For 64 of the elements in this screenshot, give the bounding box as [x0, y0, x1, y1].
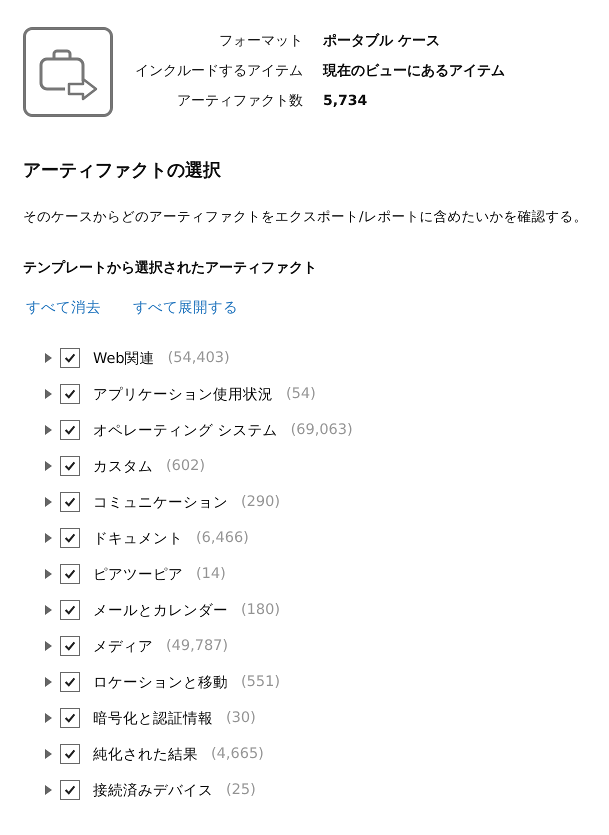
expand-arrow-icon[interactable]: [44, 749, 52, 759]
section-title: アーティファクトの選択: [23, 159, 222, 183]
expand-arrow-icon[interactable]: [44, 533, 52, 543]
artifact-count: (602): [166, 458, 205, 474]
artifact-label: カスタム: [93, 458, 153, 476]
artifact-label: メディア: [93, 638, 153, 656]
action-link[interactable]: すべて消去: [26, 298, 101, 318]
summary-label: アーティファクト数: [177, 92, 303, 111]
artifact-count: (54,403): [168, 350, 230, 366]
artifact-count: (30): [226, 710, 256, 726]
expand-arrow-icon[interactable]: [44, 785, 52, 795]
summary-label: インクルードするアイテム: [135, 62, 303, 81]
template-subtitle: テンプレートから選択されたアーティファクト: [23, 259, 318, 278]
artifact-count: (6,466): [196, 530, 249, 546]
action-link[interactable]: すべて展開する: [133, 298, 238, 318]
artifact-label: 暗号化と認証情報: [93, 710, 213, 728]
checkbox[interactable]: [60, 348, 80, 368]
artifact-label: ロケーションと移動: [93, 674, 228, 692]
summary-value: 5,734: [323, 92, 368, 111]
expand-arrow-icon[interactable]: [44, 461, 52, 471]
artifact-count: (54): [286, 386, 316, 402]
artifact-label: オペレーティング システム: [93, 422, 278, 440]
artifact-label: 純化された結果: [93, 746, 198, 764]
expand-arrow-icon[interactable]: [44, 641, 52, 651]
checkbox[interactable]: [60, 492, 80, 512]
artifact-count: (290): [241, 494, 280, 510]
briefcase-export-icon: [23, 27, 113, 117]
artifact-count: (49,787): [166, 638, 228, 654]
checkbox[interactable]: [60, 600, 80, 620]
expand-arrow-icon[interactable]: [44, 389, 52, 399]
checkbox[interactable]: [60, 384, 80, 404]
checkbox[interactable]: [60, 528, 80, 548]
artifact-count: (180): [241, 602, 280, 618]
checkbox[interactable]: [60, 564, 80, 584]
artifact-count: (4,665): [211, 746, 264, 762]
checkbox[interactable]: [60, 636, 80, 656]
expand-arrow-icon[interactable]: [44, 497, 52, 507]
artifact-count: (69,063): [290, 422, 353, 438]
artifact-label: コミュニケーション: [93, 494, 228, 512]
expand-arrow-icon[interactable]: [44, 569, 52, 579]
expand-arrow-icon[interactable]: [44, 353, 52, 363]
artifact-label: アプリケーション使用状況: [93, 386, 273, 404]
summary-value: ポータブル ケース: [323, 32, 440, 51]
summary-label: フォーマット: [219, 32, 303, 51]
artifact-label: Web関連: [93, 350, 155, 368]
artifact-label: ドキュメント: [93, 530, 183, 548]
artifact-count: (551): [241, 674, 280, 690]
description-text: そのケースからどのアーティファクトをエクスポート/レポートに含めたいかを確認する。: [23, 208, 589, 227]
expand-arrow-icon[interactable]: [44, 425, 52, 435]
checkbox[interactable]: [60, 780, 80, 800]
summary-value: 現在のビューにあるアイテム: [323, 62, 505, 81]
expand-arrow-icon[interactable]: [44, 677, 52, 687]
checkbox[interactable]: [60, 420, 80, 440]
checkbox[interactable]: [60, 456, 80, 476]
expand-arrow-icon[interactable]: [44, 605, 52, 615]
artifact-count: (25): [226, 782, 256, 798]
checkbox[interactable]: [60, 708, 80, 728]
artifact-label: メールとカレンダー: [93, 602, 228, 620]
checkbox[interactable]: [60, 744, 80, 764]
artifact-count: (14): [196, 566, 226, 582]
checkbox[interactable]: [60, 672, 80, 692]
expand-arrow-icon[interactable]: [44, 713, 52, 723]
artifact-label: ピアツーピア: [93, 566, 183, 584]
artifact-label: 接続済みデバイス: [93, 782, 213, 800]
